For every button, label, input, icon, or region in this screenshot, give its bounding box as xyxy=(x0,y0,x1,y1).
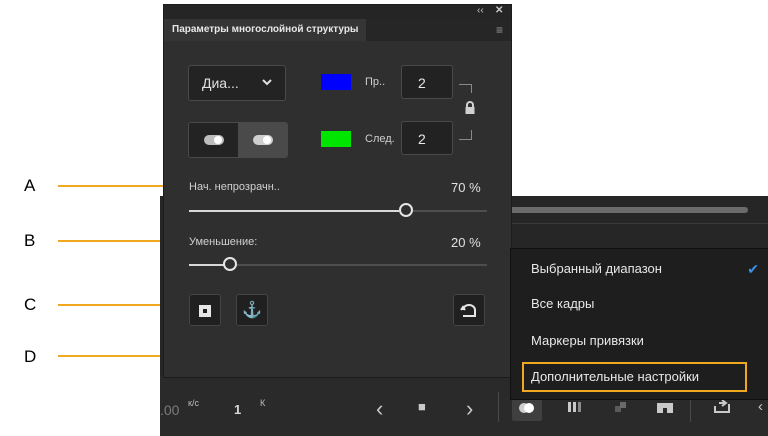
start-opacity-fill xyxy=(189,210,399,212)
onion-skin-panel: ‹‹ ✕ Параметры многослойной структуры ≡ … xyxy=(163,4,512,378)
onion-mode-toggle-group xyxy=(188,122,288,158)
menu-item-selected-range[interactable]: Выбранный диапазон ✔ xyxy=(511,254,768,284)
panel-title-tab[interactable]: Параметры многослойной структуры xyxy=(164,19,367,41)
panel-menu-icon[interactable]: ≡ xyxy=(496,23,503,37)
callout-c: C xyxy=(24,295,37,314)
onion-range-popup-menu: Выбранный диапазон ✔ Все кадры Маркеры п… xyxy=(510,248,768,400)
marker-square-icon xyxy=(199,305,211,317)
start-opacity-value[interactable]: 70 % xyxy=(451,180,481,195)
fps-value[interactable]: .00 xyxy=(160,402,179,418)
center-frame-icon[interactable] xyxy=(656,401,674,415)
menu-item-label: Выбранный диапазон xyxy=(531,261,662,276)
onion-mode-on-button[interactable] xyxy=(238,123,287,157)
falloff-fill xyxy=(189,264,224,266)
frame-unit: К xyxy=(260,398,266,408)
range-dropdown[interactable]: Диа... xyxy=(188,65,286,101)
edit-multiple-icon[interactable] xyxy=(612,400,630,416)
chevron-down-icon xyxy=(261,66,273,113)
lock-bracket-bottom xyxy=(459,130,472,140)
toggle-on-icon xyxy=(253,135,273,145)
menu-item-label: Дополнительные настройки xyxy=(531,369,700,384)
next-frames-input[interactable]: 2 xyxy=(401,121,453,155)
callout-d: D xyxy=(24,347,37,366)
reset-icon xyxy=(460,304,476,317)
loop-icon[interactable] xyxy=(712,398,732,416)
frame-value[interactable]: 1 xyxy=(234,402,241,417)
falloff-value[interactable]: 20 % xyxy=(451,235,481,250)
timeline-divider xyxy=(510,223,768,224)
prev-frames-input[interactable]: 2 xyxy=(401,65,453,99)
panel-titlebar: Параметры многослойной структуры ≡ xyxy=(164,19,511,41)
reset-button[interactable] xyxy=(453,294,485,326)
prev-color-swatch[interactable] xyxy=(321,74,351,90)
next-color-swatch[interactable] xyxy=(321,131,351,147)
lock-icon[interactable] xyxy=(464,101,476,118)
menu-item-all-frames[interactable]: Все кадры xyxy=(511,289,768,319)
checkmark-icon: ✔ xyxy=(747,261,759,277)
start-opacity-label: Нач. непрозрачн.. xyxy=(189,181,280,193)
onion-mode-off-button[interactable] xyxy=(189,123,238,157)
anchor-button[interactable]: ⚓ xyxy=(236,294,268,326)
fps-unit: к/с xyxy=(188,398,199,408)
panel-topbar: ‹‹ ✕ xyxy=(164,5,511,19)
anchor-icon: ⚓ xyxy=(242,302,262,319)
marker-button[interactable] xyxy=(189,294,221,326)
next-frame-icon[interactable]: › xyxy=(466,396,473,422)
callout-a: A xyxy=(24,176,36,195)
timeline-scrollbar[interactable] xyxy=(510,207,748,213)
more-icon[interactable]: ‹ xyxy=(758,398,763,415)
start-opacity-slider-thumb[interactable] xyxy=(399,203,413,217)
toolbar-separator xyxy=(498,392,499,422)
collapse-icon[interactable]: ‹‹ xyxy=(477,5,484,16)
lock-bracket-top xyxy=(459,84,472,93)
close-icon[interactable]: ✕ xyxy=(495,5,503,16)
range-dropdown-label: Диа... xyxy=(202,75,239,91)
add-marker-icon[interactable]: ■ xyxy=(418,399,426,414)
next-label: След. xyxy=(365,133,395,145)
callout-b: B xyxy=(24,231,36,250)
menu-item-label: Маркеры привязки xyxy=(531,333,644,348)
menu-item-advanced-settings[interactable]: Дополнительные настройки xyxy=(511,362,768,392)
toggle-off-icon xyxy=(204,135,224,145)
prev-label: Пр.. xyxy=(365,76,386,88)
menu-item-label: Все кадры xyxy=(531,296,595,311)
onion-outline-icon[interactable] xyxy=(566,400,584,416)
falloff-label: Уменьшение: xyxy=(189,236,258,248)
falloff-slider-thumb[interactable] xyxy=(223,257,237,271)
prev-frame-icon[interactable]: ‹ xyxy=(376,396,383,422)
menu-item-anchor-markers[interactable]: Маркеры привязки xyxy=(511,326,768,356)
